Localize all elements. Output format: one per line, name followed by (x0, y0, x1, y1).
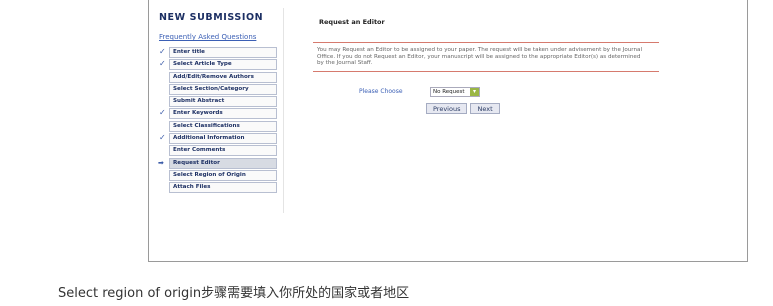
step-label: Additional Information (173, 135, 245, 142)
step-label: Select Section/Category (173, 85, 249, 92)
step-item[interactable]: Select Section/Category (159, 83, 277, 95)
chevron-down-icon[interactable]: ▾ (470, 87, 479, 96)
submission-sidebar: NEW SUBMISSION Frequently Asked Question… (158, 12, 277, 195)
step-label: Enter title (173, 49, 205, 55)
check-icon: ✓ (159, 108, 166, 118)
request-editor-panel: Request an Editor You may Request an Edi… (313, 10, 659, 114)
step-item[interactable]: Attach Files (159, 182, 277, 194)
step-label: Select Classifications (173, 122, 240, 129)
step-label: Select Article Type (173, 61, 232, 68)
next-button[interactable]: Next (470, 102, 500, 114)
step-label: Enter Keywords (173, 110, 223, 117)
page-title: NEW SUBMISSION (159, 12, 264, 23)
step-item[interactable]: ✓ Enter Keywords (159, 108, 277, 120)
check-icon: ✓ (159, 59, 166, 69)
submission-window: NEW SUBMISSION Frequently Asked Question… (148, 0, 748, 262)
step-label: Request Editor (173, 159, 220, 166)
check-icon: ✓ (159, 133, 166, 143)
check-icon: ✓ (159, 47, 166, 56)
info-message: You may Request an Editor to be assigned… (317, 47, 643, 66)
step-item[interactable]: Submit Abstract (159, 96, 277, 108)
step-label: Select Region of Origin (173, 171, 246, 178)
divider (313, 70, 659, 72)
step-list: ✓ Enter title ✓ Select Article Type Add/Edit… (158, 47, 277, 194)
step-label: Attach Files (173, 184, 211, 191)
step-item[interactable]: Add/Edit/Remove Authors (159, 71, 277, 83)
section-title: Request an Editor (319, 18, 385, 26)
caption-text: Select region of origin步骤需要填入你所处的国家或者地区 (58, 286, 410, 301)
step-item[interactable]: ➡ Request Editor (158, 157, 277, 169)
step-item[interactable]: ✓ Additional Information (159, 133, 277, 145)
step-item[interactable]: Select Classifications (159, 120, 277, 132)
choose-label: Please Choose (359, 88, 403, 95)
step-item[interactable]: Select Region of Origin (159, 169, 277, 181)
arrow-right-icon: ➡ (158, 158, 164, 167)
step-label: Add/Edit/Remove Authors (173, 73, 254, 80)
step-item[interactable]: ✓ Enter title (159, 47, 277, 58)
editor-choice-row: Please Choose No Request ▾ (313, 86, 659, 97)
previous-button[interactable]: Previous (426, 102, 468, 114)
step-item[interactable]: ✓ Select Article Type (159, 59, 277, 71)
step-label: Enter Comments (173, 147, 226, 154)
divider (283, 8, 284, 213)
editor-select[interactable]: No Request ▾ (430, 86, 480, 97)
nav-buttons: Previous Next (426, 102, 659, 114)
faq-link[interactable]: Frequently Asked Questions (159, 33, 277, 41)
step-label: Submit Abstract (173, 98, 225, 105)
select-value: No Request (433, 88, 465, 95)
step-item[interactable]: Enter Comments (159, 145, 277, 157)
